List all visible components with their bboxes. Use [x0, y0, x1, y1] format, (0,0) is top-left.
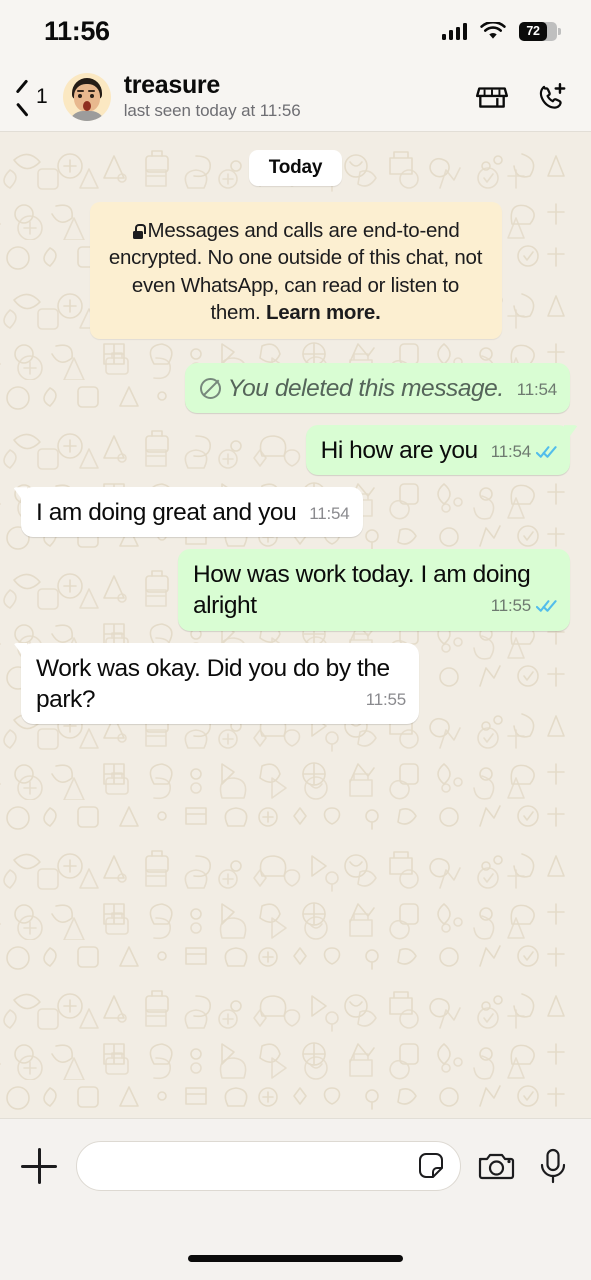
read-double-check-icon [536, 446, 557, 458]
back-button[interactable]: 1 [14, 84, 56, 110]
blocked-circle-icon [199, 378, 221, 399]
message-input-bar [0, 1118, 591, 1236]
lock-icon [132, 224, 146, 239]
message-list: Today Messages and calls are end-to-end … [0, 132, 591, 746]
microphone-icon[interactable] [533, 1146, 573, 1186]
message-time: 11:55 [490, 596, 531, 616]
message-bubble-outgoing[interactable]: How was work today. I am doing alright 11… [178, 549, 570, 631]
status-time: 11:56 [44, 15, 110, 46]
unread-count: 1 [36, 84, 48, 108]
message-time: 11:54 [490, 442, 531, 462]
chat-area[interactable]: Today Messages and calls are end-to-end … [0, 132, 591, 1118]
message-bubble-deleted[interactable]: You deleted this message. 11:54 [184, 363, 570, 414]
contact-info[interactable]: treasure last seen today at 11:56 [124, 72, 465, 120]
contact-status: last seen today at 11:56 [123, 100, 301, 120]
learn-more-link[interactable]: Learn more. [266, 301, 381, 324]
day-divider-row: Today [14, 150, 577, 186]
day-divider: Today [248, 150, 343, 186]
message-row: Hi how are you 11:54 [14, 425, 577, 476]
message-text: You deleted this message. [227, 375, 505, 402]
message-text: Hi how are you [320, 437, 479, 465]
camera-icon[interactable] [477, 1146, 517, 1186]
message-time: 11:55 [365, 689, 406, 709]
home-indicator[interactable] [188, 1254, 403, 1262]
message-meta: 11:55 [366, 689, 406, 711]
back-chevron-icon [14, 84, 29, 110]
contact-name: treasure [123, 71, 221, 100]
storefront-icon[interactable] [475, 80, 509, 114]
message-bubble-incoming[interactable]: I am doing great and you 11:54 [21, 487, 363, 538]
wifi-icon [480, 21, 506, 39]
cellular-bars-icon [441, 22, 467, 40]
message-row: You deleted this message. 11:54 [14, 363, 577, 414]
message-text: Work was okay. Did you do by the park? [36, 654, 390, 713]
message-meta: 11:54 [517, 379, 557, 401]
message-meta: 11:54 [491, 441, 557, 463]
message-time: 11:54 [309, 504, 350, 524]
chat-header: 1 treasure last seen today at 11:56 [0, 62, 591, 132]
encryption-notice[interactable]: Messages and calls are end-to-end encryp… [89, 202, 502, 339]
read-double-check-icon [536, 600, 557, 613]
message-meta: 11:55 [491, 595, 557, 617]
message-text: I am doing great and you [36, 499, 297, 527]
home-indicator-bar [0, 1236, 591, 1280]
message-text: How was work today. I am doing alright [193, 561, 531, 620]
status-bar: 11:56 72 [0, 0, 591, 62]
message-bubble-outgoing[interactable]: Hi how are you 11:54 [305, 425, 570, 476]
avatar[interactable] [62, 72, 111, 121]
message-bubble-incoming[interactable]: Work was okay. Did you do by the park? 11… [21, 642, 419, 724]
battery-icon: 72 [519, 21, 561, 41]
message-meta: 11:54 [309, 503, 349, 525]
encryption-notice-row: Messages and calls are end-to-end encryp… [14, 202, 577, 339]
phone-plus-icon[interactable] [535, 80, 569, 114]
message-row: How was work today. I am doing alright 11… [14, 549, 577, 631]
battery-percent: 72 [526, 24, 540, 38]
status-indicators: 72 [441, 21, 561, 41]
header-actions [465, 80, 569, 114]
message-input[interactable] [76, 1141, 461, 1191]
sticker-icon[interactable] [416, 1151, 446, 1181]
message-row: Work was okay. Did you do by the park? 11… [14, 642, 577, 724]
message-time: 11:54 [516, 380, 557, 399]
message-row: I am doing great and you 11:54 [14, 487, 577, 538]
whatsapp-chat-screen: 11:56 72 1 treasure last seen today at 1… [0, 0, 591, 1280]
plus-icon[interactable] [18, 1145, 60, 1187]
